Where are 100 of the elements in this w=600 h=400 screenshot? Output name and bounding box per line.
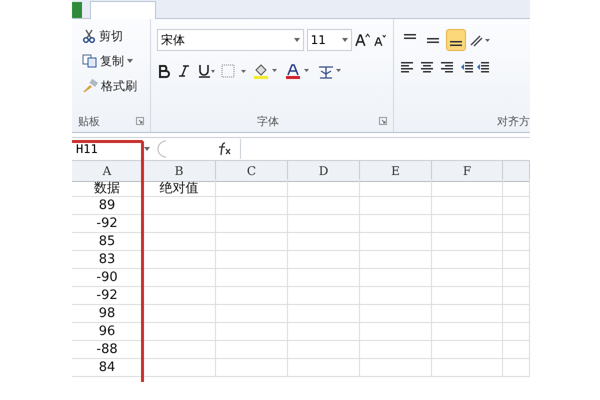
group-label: 对齐方	[497, 114, 530, 128]
table-cell	[503, 233, 530, 251]
table-cell	[216, 269, 288, 287]
table-cell	[216, 233, 288, 251]
table-cell	[360, 269, 432, 287]
table-cell	[360, 323, 432, 341]
painter-button[interactable]: 格式刷	[78, 75, 144, 97]
border-icon[interactable]	[221, 64, 247, 78]
table-cell: -90	[72, 269, 143, 287]
column-header[interactable]: A	[72, 161, 143, 182]
bold-icon[interactable]	[157, 64, 171, 78]
table-cell	[216, 341, 288, 359]
table-cell	[503, 341, 530, 359]
table-cell	[432, 179, 503, 197]
table-cell: 98	[72, 305, 143, 323]
table-cell	[432, 287, 503, 305]
table-cell	[360, 341, 432, 359]
table-cell: -92	[72, 287, 143, 305]
table-cell	[432, 323, 503, 341]
shrink-font-icon[interactable]	[373, 33, 388, 47]
table-cell	[503, 179, 530, 197]
table-cell: -92	[72, 215, 143, 233]
table-cell	[360, 233, 432, 251]
table-cell	[288, 287, 360, 305]
table-cell	[288, 233, 360, 251]
name-box[interactable]: H11	[72, 139, 144, 159]
grow-font-icon[interactable]	[354, 33, 370, 47]
table-cell	[432, 251, 503, 269]
align-icon	[400, 61, 414, 73]
table-cell: 84	[72, 359, 143, 377]
table-cell	[216, 359, 288, 377]
table-cell	[503, 305, 530, 323]
align-icon	[404, 34, 416, 39]
dialog-launcher-icon[interactable]	[379, 117, 387, 125]
caret-icon	[294, 38, 300, 42]
table-cell	[432, 305, 503, 323]
table-cell: 85	[72, 233, 143, 251]
align-icon	[427, 38, 439, 42]
table-cell	[360, 359, 432, 377]
table-cell	[360, 287, 432, 305]
table-cell	[360, 215, 432, 233]
table-cell	[216, 323, 288, 341]
column-header[interactable]: F	[432, 161, 503, 182]
caret-icon	[342, 38, 348, 42]
table-cell	[432, 359, 503, 377]
table-cell	[216, 251, 288, 269]
table-cell	[216, 197, 288, 215]
cut-button[interactable]: 剪切	[78, 25, 144, 47]
table-cell: 83	[72, 251, 143, 269]
table-cell	[360, 251, 432, 269]
table-cell: -88	[72, 341, 143, 359]
table-cell: 绝对值	[143, 179, 216, 197]
table-cell	[288, 269, 360, 287]
table-cell	[503, 323, 530, 341]
table-cell	[432, 215, 503, 233]
table-cell: 96	[72, 323, 143, 341]
copy-button[interactable]: 复制	[78, 50, 144, 72]
vertical-align-button[interactable]	[446, 29, 466, 51]
italic-icon[interactable]	[177, 64, 191, 78]
table-cell	[360, 179, 432, 197]
table-cell	[288, 341, 360, 359]
table-cell	[216, 215, 288, 233]
table-cell	[432, 197, 503, 215]
table-cell: 89	[72, 197, 143, 215]
table-cell	[288, 359, 360, 377]
group-label: 字体	[257, 114, 279, 128]
table-cell	[503, 197, 530, 215]
dialog-launcher-icon[interactable]	[136, 117, 144, 125]
table-cell	[288, 323, 360, 341]
table-cell	[503, 269, 530, 287]
table-cell	[432, 341, 503, 359]
align-icon	[440, 61, 454, 73]
align-icon	[420, 61, 434, 73]
table-cell	[360, 305, 432, 323]
table-cell	[216, 287, 288, 305]
table-cell	[288, 251, 360, 269]
scissors-icon	[82, 29, 96, 43]
table-cell	[432, 233, 503, 251]
group-label: 贴板	[78, 114, 100, 128]
table-cell	[288, 179, 360, 197]
indent-icon[interactable]	[460, 61, 490, 73]
column-header[interactable]: C	[216, 161, 288, 182]
table-cell	[503, 215, 530, 233]
paintbrush-icon	[82, 79, 98, 93]
caret-icon	[144, 147, 150, 151]
orientation-icon[interactable]	[469, 33, 491, 47]
font-name-field[interactable]: 宋体	[157, 29, 304, 51]
copy-icon	[82, 54, 97, 68]
table-cell	[288, 305, 360, 323]
table-cell	[432, 269, 503, 287]
column-header[interactable]: D	[288, 161, 360, 182]
font-size-field[interactable]: 11	[306, 29, 352, 51]
font-color-icon[interactable]	[285, 63, 311, 79]
fill-color-icon[interactable]	[253, 63, 279, 79]
column-header[interactable]: B	[143, 161, 216, 182]
table-cell	[216, 305, 288, 323]
column-header[interactable]: E	[360, 161, 432, 182]
align-icon	[450, 41, 462, 46]
table-cell	[503, 359, 530, 377]
underline-icon[interactable]	[197, 64, 215, 78]
